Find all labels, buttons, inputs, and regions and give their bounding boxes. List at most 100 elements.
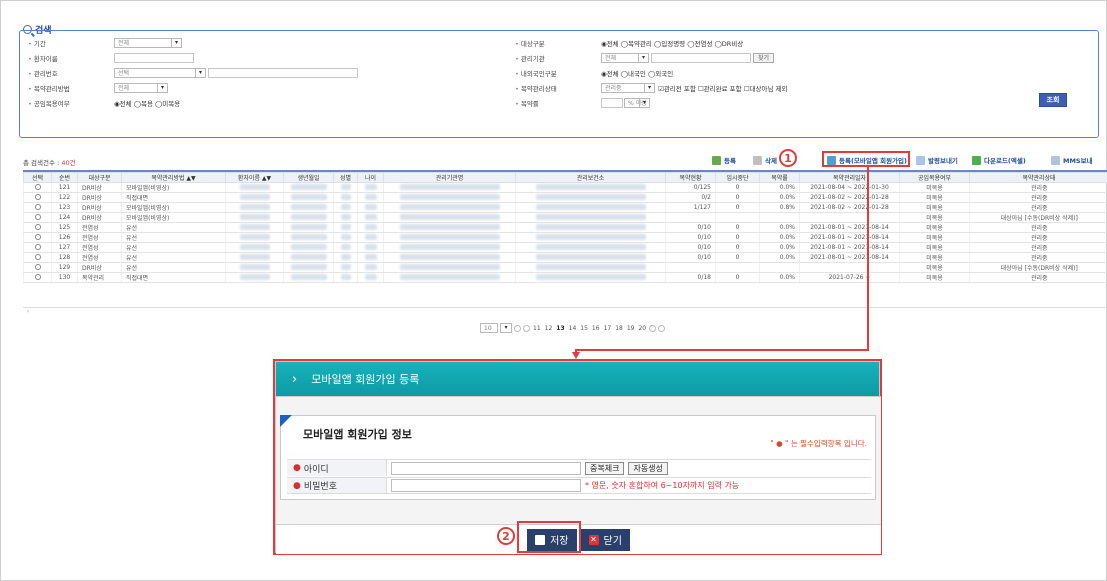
prev-page-icon[interactable] bbox=[523, 324, 530, 332]
id-label: 아이디 bbox=[303, 464, 329, 475]
blurred-name bbox=[225, 192, 284, 203]
table-row[interactable]: 129 DR비상 유선 미복용 대상아님 [수동(DR비상 삭제)] bbox=[23, 262, 1107, 273]
blurred-gender bbox=[333, 202, 358, 213]
password-row: ● 비밀번호 * 영문, 숫자 혼합하여 6~10자까지 입력 가능 bbox=[287, 477, 871, 494]
institution-input[interactable] bbox=[651, 52, 751, 63]
filter-institution: 관리기관 전체▾ 찾기 bbox=[515, 51, 775, 64]
filter-nationality: 내외국인구분 ◉전체 ◯내국인 ◯외국인 bbox=[515, 66, 673, 79]
row-radio[interactable] bbox=[23, 202, 52, 213]
row-radio[interactable] bbox=[23, 232, 52, 243]
blurred-name bbox=[225, 222, 284, 233]
manage-status-select[interactable]: 관리중 ▾ bbox=[601, 82, 655, 93]
close-button[interactable]: ✕ 닫기 bbox=[580, 528, 630, 551]
horizontal-scrollbar[interactable]: ‹ bbox=[23, 307, 1107, 315]
row-radio[interactable] bbox=[23, 242, 52, 253]
step-1-marker: 1 bbox=[779, 149, 797, 167]
target-type-radios[interactable]: ◉전체 ◯복약관리 ◯입정명령 ◯전염성 ◯DR비상 bbox=[601, 38, 743, 48]
page-link[interactable]: 13 bbox=[555, 325, 565, 332]
blurred-age bbox=[357, 192, 384, 203]
blurred-name bbox=[225, 272, 284, 283]
table-row[interactable]: 122 DR비상 직접대면 0/2 0 0.0% 2021-08-02 ~ 2022-01-… bbox=[23, 192, 1107, 203]
blurred-age bbox=[357, 242, 384, 253]
blurred-gender bbox=[333, 212, 358, 223]
row-radio[interactable] bbox=[23, 212, 52, 223]
table-row[interactable]: 121 DR비상 모바일앱(비영상) 0/125 0 0.0% 2021-08-04 ~ 2… bbox=[23, 182, 1107, 193]
page-link[interactable]: 15 bbox=[579, 325, 589, 332]
manage-number-select[interactable]: 선택 ▾ bbox=[114, 67, 206, 78]
password-input[interactable] bbox=[391, 479, 581, 492]
blurred-birth bbox=[283, 262, 334, 273]
nationality-radios[interactable]: ◉전체 ◯내국인 ◯외국인 bbox=[601, 68, 673, 78]
last-page-icon[interactable] bbox=[658, 324, 666, 332]
page-link[interactable]: 16 bbox=[591, 325, 601, 332]
blurred-health-center bbox=[515, 212, 666, 223]
row-radio[interactable] bbox=[23, 272, 52, 283]
page-size-caret[interactable]: ▾ bbox=[500, 323, 512, 333]
blurred-name bbox=[225, 252, 284, 263]
blurred-birth bbox=[283, 242, 334, 253]
download-excel-button[interactable]: 다운로드(엑셀) bbox=[972, 155, 1026, 165]
col-patient-name[interactable]: 환자이름 ▲▼ bbox=[225, 172, 284, 183]
page-link[interactable]: 18 bbox=[614, 325, 624, 332]
blurred-gender bbox=[333, 272, 358, 283]
required-note: " ● " 는 필수입력항목 입니다. bbox=[770, 439, 867, 448]
page-link[interactable]: 14 bbox=[568, 325, 578, 332]
col-method[interactable]: 복약관리방법 ▲▼ bbox=[121, 172, 226, 183]
step-2-marker: 2 bbox=[497, 527, 515, 545]
row-radio[interactable] bbox=[23, 182, 52, 193]
page-link[interactable]: 11 bbox=[532, 325, 542, 332]
blurred-gender bbox=[333, 262, 358, 273]
period-select[interactable]: 전체 ▾ bbox=[114, 37, 182, 48]
duplicate-check-button[interactable]: 중복체크 bbox=[585, 461, 625, 475]
row-radio[interactable] bbox=[23, 252, 52, 263]
page-link[interactable]: 20 bbox=[637, 325, 647, 332]
table-row[interactable]: 128 전염성 유선 0/10 0 0.0% 2021-08-01 ~ 2021-08-14… bbox=[23, 252, 1107, 263]
blurred-health-center bbox=[515, 272, 666, 283]
modal-title: 모바일앱 회원가입 등록 bbox=[311, 373, 420, 386]
page-size-select[interactable]: 10 bbox=[480, 323, 498, 333]
blurred-birth bbox=[283, 272, 334, 283]
blurred-name bbox=[225, 202, 284, 213]
manage-number-input[interactable] bbox=[208, 67, 358, 78]
page-link[interactable]: 17 bbox=[603, 325, 613, 332]
table-row[interactable]: 126 전염성 유선 0/10 0 0.0% 2021-08-01 ~ 2021-08-14… bbox=[23, 232, 1107, 243]
connector-vertical-right bbox=[867, 167, 869, 350]
dose-status-radios[interactable]: ◉전체 ◯복용 ◯미복용 bbox=[114, 98, 180, 108]
blurred-institution bbox=[383, 252, 516, 263]
med-method-select[interactable]: 전체 ▾ bbox=[114, 82, 168, 93]
id-input[interactable] bbox=[391, 461, 581, 475]
auto-generate-button[interactable]: 자동생성 bbox=[628, 461, 668, 475]
col-birth: 생년월일 bbox=[283, 172, 334, 183]
table-row[interactable]: 125 전염성 유선 0/10 0 0.0% 2021-08-01 ~ 2021-08-14… bbox=[23, 222, 1107, 233]
table-row[interactable]: 127 전염성 유선 0/10 0 0.0% 2021-08-01 ~ 2021-08-14… bbox=[23, 242, 1107, 253]
row-radio[interactable] bbox=[23, 262, 52, 273]
page-link[interactable]: 19 bbox=[626, 325, 636, 332]
mms-button[interactable]: MMS보내 bbox=[1051, 155, 1093, 165]
blurred-birth bbox=[283, 182, 334, 193]
table-row[interactable]: 130 복약관리 직접대면 0/18 0 0.0% 2021-07-26 ~ 미복용 관리중 bbox=[23, 272, 1107, 283]
page-link[interactable]: 12 bbox=[544, 325, 554, 332]
blurred-name bbox=[225, 182, 284, 193]
institution-select[interactable]: 전체 ▾ bbox=[601, 52, 649, 63]
manage-status-checkboxes[interactable]: ☑관리전 포함 ☐관리완료 포함 ☐대상아님 제외 bbox=[658, 83, 787, 93]
blurred-age bbox=[357, 262, 384, 273]
next-page-icon[interactable] bbox=[649, 324, 657, 332]
blurred-birth bbox=[283, 222, 334, 233]
row-radio[interactable] bbox=[23, 192, 52, 203]
dose-rate-select[interactable]: % 이상 ▾ bbox=[624, 97, 650, 108]
blurred-birth bbox=[283, 212, 334, 223]
find-institution-button[interactable]: 찾기 bbox=[753, 52, 775, 63]
patient-name-input[interactable] bbox=[114, 52, 194, 63]
filter-target-type: 대상구분 ◉전체 ◯복약관리 ◯입정명령 ◯전염성 ◯DR비상 bbox=[515, 36, 743, 49]
col-interrupt: 입시중단 bbox=[715, 172, 760, 183]
dose-rate-input[interactable] bbox=[601, 97, 623, 108]
table-row[interactable]: 124 DR비상 모바일앱(비영상) 미복용 대상아님 [수동(DR비상 삭제)] bbox=[23, 212, 1107, 223]
row-radio[interactable] bbox=[23, 222, 52, 233]
search-button[interactable]: 조회 bbox=[1039, 93, 1067, 107]
table-row[interactable]: 123 DR비상 모바일앱(비영상) 1/127 0 0.8% 2021-08-02 ~ 2… bbox=[23, 202, 1107, 213]
first-page-icon[interactable] bbox=[514, 324, 521, 332]
modal-header: › 모바일앱 회원가입 등록 bbox=[276, 362, 879, 396]
send-button[interactable]: 발령보내기 bbox=[916, 155, 958, 165]
register-button[interactable]: 등록 bbox=[712, 155, 736, 165]
delete-button[interactable]: 삭제 bbox=[753, 155, 777, 165]
